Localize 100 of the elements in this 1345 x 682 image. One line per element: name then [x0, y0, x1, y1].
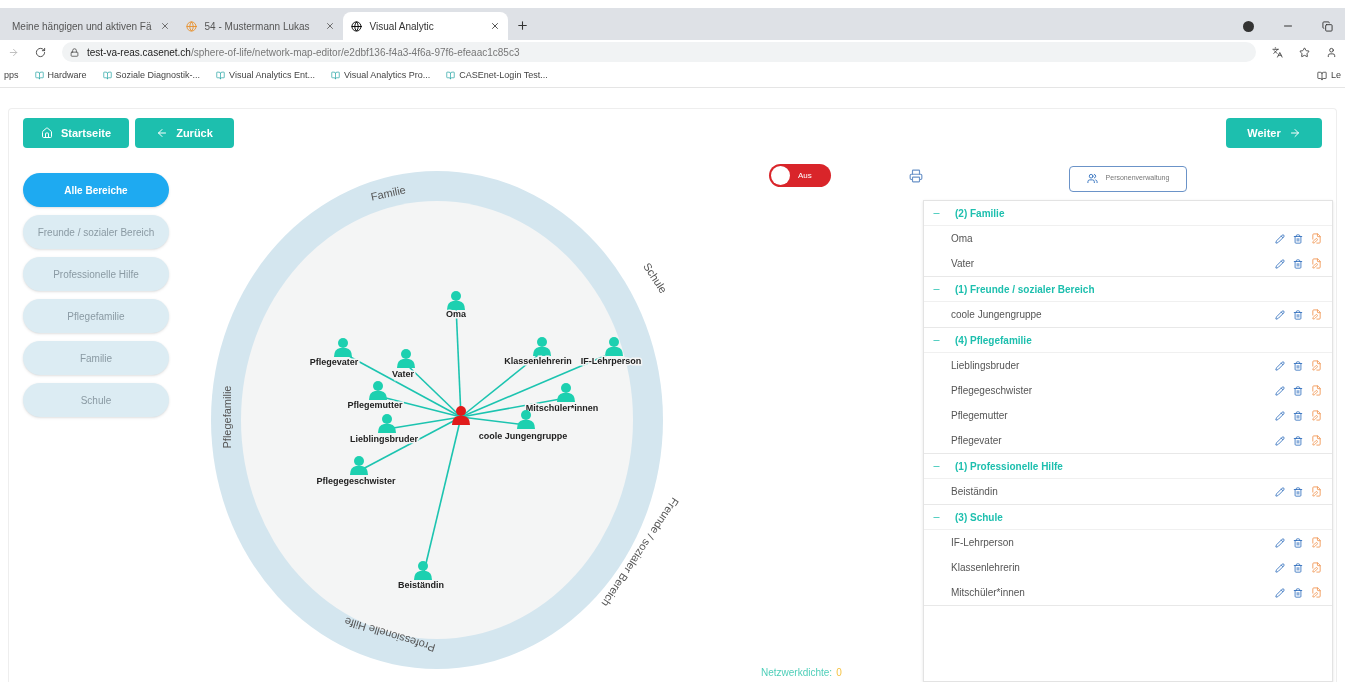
person-icon[interactable]	[378, 414, 396, 433]
person-label: Pflegemutter	[347, 400, 403, 410]
note-icon[interactable]	[1311, 258, 1322, 269]
close-icon[interactable]	[489, 21, 500, 31]
delete-icon[interactable]	[1293, 385, 1303, 396]
delete-icon[interactable]	[1293, 537, 1303, 548]
person-icon[interactable]	[397, 349, 415, 368]
bookmark-star-icon[interactable]	[1299, 46, 1310, 58]
restore-icon[interactable]	[1322, 20, 1333, 32]
group-header[interactable]: (1) Professionelle Hilfe	[924, 454, 1332, 479]
profile-icon[interactable]	[1326, 46, 1337, 58]
person-icon[interactable]	[414, 561, 432, 580]
bookmark-icon	[330, 71, 340, 80]
site-icon	[350, 20, 362, 32]
forward-icon[interactable]	[8, 46, 19, 58]
bookmark-link[interactable]: CASEnet-Login Test...	[446, 68, 548, 83]
note-icon[interactable]	[1311, 587, 1322, 598]
sector-label: Pflegefamilie	[221, 385, 233, 449]
edit-icon[interactable]	[1275, 587, 1285, 598]
note-icon[interactable]	[1311, 486, 1322, 497]
person-icon[interactable]	[605, 337, 623, 356]
person-icon[interactable]	[533, 337, 551, 356]
delete-icon[interactable]	[1293, 486, 1303, 497]
browser-tab[interactable]: Meine hängigen und aktiven Fä	[4, 12, 178, 40]
edit-icon[interactable]	[1275, 486, 1285, 497]
person-name: coole Jungengruppe	[951, 308, 1043, 322]
person-name: IF-Lehrperson	[951, 536, 1015, 550]
print-icon[interactable]	[909, 169, 923, 183]
category-filter-button[interactable]: Professionelle Hilfe	[23, 257, 169, 291]
browser-tab[interactable]: Visual Analytic	[342, 12, 508, 40]
person-name: Lieblingsbruder	[951, 359, 1021, 373]
client-person-icon[interactable]	[452, 406, 470, 425]
edit-icon[interactable]	[1275, 562, 1285, 573]
bookmark-icon	[102, 71, 112, 80]
delete-icon[interactable]	[1293, 309, 1303, 320]
delete-icon[interactable]	[1293, 233, 1303, 244]
close-icon[interactable]	[159, 21, 170, 31]
note-icon[interactable]	[1311, 537, 1322, 548]
edit-icon[interactable]	[1275, 435, 1285, 446]
person-label: Pflegevater	[309, 357, 359, 367]
edit-icon[interactable]	[1275, 410, 1285, 421]
category-filter-button[interactable]: Pflegefamilie	[23, 299, 169, 333]
delete-icon[interactable]	[1293, 360, 1303, 371]
density-label: Netzwerkdichte:	[761, 666, 833, 680]
home-button[interactable]: Startseite	[23, 118, 129, 148]
delete-icon[interactable]	[1293, 410, 1303, 421]
person-label: Beiständin	[398, 580, 444, 590]
note-icon[interactable]	[1311, 360, 1322, 371]
note-icon[interactable]	[1311, 562, 1322, 573]
edit-icon[interactable]	[1275, 309, 1285, 320]
bookmark-link[interactable]: Visual Analytics Ent...	[216, 68, 315, 83]
arrow-left-icon	[156, 127, 169, 139]
url-text: test-va-reas.casenet.ch/sphere-of-life/network-map-editor/e2dbf136-f4a3-4f6a-97f6-efeaac1c85c3	[87, 45, 520, 60]
reload-icon[interactable]	[35, 46, 46, 58]
group-header[interactable]: (2) Familie	[924, 201, 1332, 226]
group-header[interactable]: (3) Schule	[924, 505, 1332, 530]
close-icon[interactable]	[324, 21, 335, 31]
translate-icon[interactable]	[1272, 46, 1283, 58]
bookmark-link[interactable]: Hardware	[34, 68, 87, 83]
home-icon	[40, 127, 53, 139]
delete-icon[interactable]	[1293, 435, 1303, 446]
note-icon[interactable]	[1311, 309, 1322, 320]
person-icon[interactable]	[517, 410, 535, 429]
person-icon[interactable]	[557, 383, 575, 402]
sector-label: Familie	[369, 183, 407, 203]
edit-icon[interactable]	[1275, 537, 1285, 548]
edit-icon[interactable]	[1275, 385, 1285, 396]
extension-icon[interactable]	[1243, 20, 1254, 32]
note-icon[interactable]	[1311, 385, 1322, 396]
category-filter-button[interactable]: Schule	[23, 383, 169, 417]
lock-icon	[70, 47, 79, 57]
group-header[interactable]: (1) Freunde / sozialer Bereich	[924, 277, 1332, 302]
delete-icon[interactable]	[1293, 258, 1303, 269]
person-icon[interactable]	[447, 291, 465, 310]
delete-icon[interactable]	[1293, 587, 1303, 598]
bookmark-link[interactable]: pps	[4, 68, 19, 83]
note-icon[interactable]	[1311, 233, 1322, 244]
edit-icon[interactable]	[1275, 360, 1285, 371]
person-icon[interactable]	[350, 456, 368, 475]
category-filter-button[interactable]: Alle Bereiche	[23, 173, 169, 207]
new-tab-icon[interactable]	[515, 19, 529, 32]
back-button[interactable]: Zurück	[135, 118, 234, 148]
category-filter-button[interactable]: Familie	[23, 341, 169, 375]
person-icon[interactable]	[334, 338, 352, 357]
edit-icon[interactable]	[1275, 233, 1285, 244]
bookmark-link[interactable]: Visual Analytics Pro...	[330, 68, 431, 83]
reading-list-link[interactable]: Le	[1317, 68, 1341, 83]
delete-icon[interactable]	[1293, 562, 1303, 573]
note-icon[interactable]	[1311, 435, 1322, 446]
category-filter-button[interactable]: Freunde / sozialer Bereich	[23, 215, 169, 249]
bookmark-link[interactable]: Soziale Diagnostik-...	[102, 68, 201, 83]
address-field[interactable]: test-va-reas.casenet.ch/sphere-of-life/network-map-editor/e2dbf136-f4a3-4f6a-97f6-efeaac1c85c3	[62, 42, 1256, 62]
next-button[interactable]: Weiter	[1226, 118, 1322, 148]
note-icon[interactable]	[1311, 410, 1322, 421]
group-header[interactable]: (4) Pflegefamilie	[924, 328, 1332, 353]
browser-tab[interactable]: 54 - Mustermann Lukas	[177, 12, 343, 40]
person-icon[interactable]	[369, 381, 387, 400]
toggle-switch[interactable]: Aus	[769, 164, 831, 187]
person-label: Vater	[392, 369, 414, 379]
edit-icon[interactable]	[1275, 258, 1285, 269]
